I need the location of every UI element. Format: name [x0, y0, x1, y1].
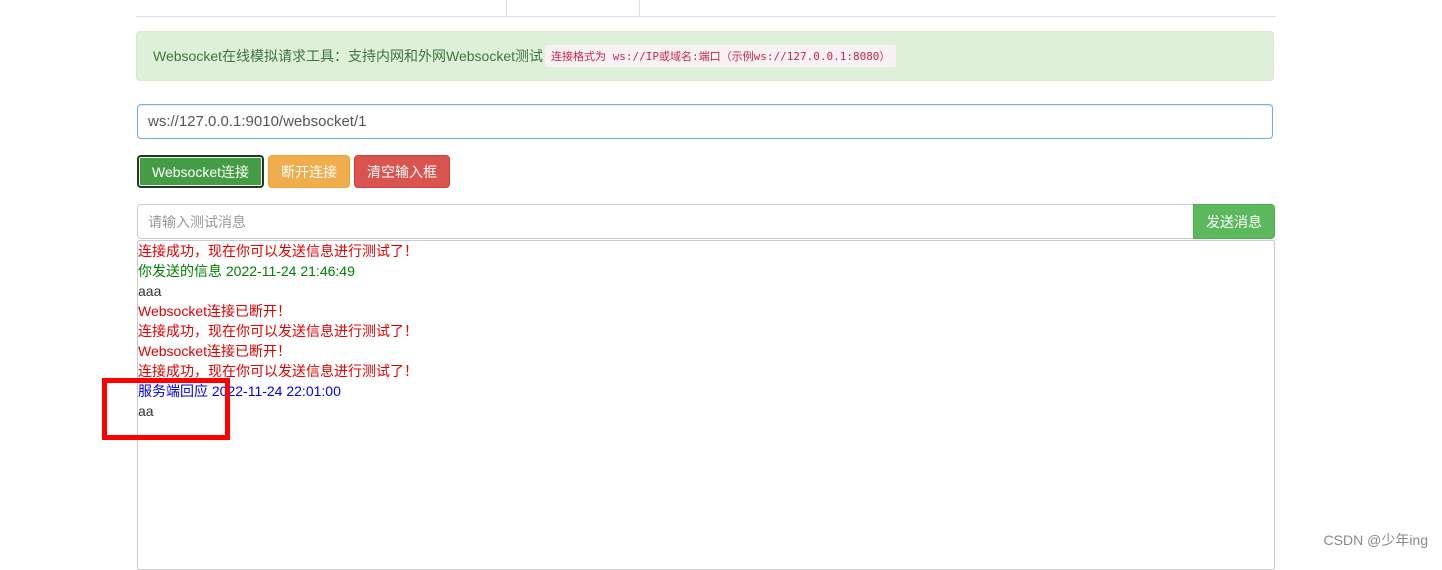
message-input[interactable] — [137, 204, 1194, 239]
websocket-url-input[interactable] — [137, 104, 1273, 139]
alert-format-example: ws://IP或域名:端口（示例ws://127.0.0.1:8080） — [612, 50, 891, 63]
log-line: 连接成功，现在你可以发送信息进行测试了！ — [138, 323, 418, 339]
alert-format-code: 连接格式为 ws://IP或域名:端口（示例ws://127.0.0.1:808… — [545, 45, 897, 67]
red-highlight-annotation — [102, 378, 230, 440]
log-line: Websocket连接已断开！ — [138, 343, 291, 359]
alert-text: Websocket在线模拟请求工具：支持内网和外网Websocket测试 — [153, 48, 543, 64]
clear-input-button[interactable]: 清空输入框 — [354, 155, 450, 188]
alert-format-label: 连接格式为 — [551, 50, 606, 63]
log-line: 服务端回应 2022-11-24 22:01:00 — [138, 383, 341, 399]
log-line: aa — [138, 403, 154, 419]
log-line: aaa — [138, 283, 162, 299]
tab-active[interactable] — [506, 0, 640, 16]
send-message-button[interactable]: 发送消息 — [1193, 204, 1275, 239]
log-line: 连接成功，现在你可以发送信息进行测试了！ — [138, 363, 418, 379]
log-line: 你发送的信息 2022-11-24 21:46:49 — [138, 263, 355, 279]
csdn-watermark: CSDN @少年ing — [1323, 532, 1428, 548]
websocket-connect-button[interactable]: Websocket连接 — [137, 155, 264, 188]
log-line: 连接成功，现在你可以发送信息进行测试了！ — [138, 243, 418, 259]
log-line: Websocket连接已断开！ — [138, 303, 291, 319]
disconnect-button[interactable]: 断开连接 — [268, 155, 350, 188]
info-alert: Websocket在线模拟请求工具：支持内网和外网Websocket测试 连接格… — [136, 31, 1274, 81]
message-log[interactable]: 连接成功，现在你可以发送信息进行测试了！ 你发送的信息 2022-11-24 2… — [137, 240, 1275, 570]
top-tab-strip — [136, 0, 1276, 17]
